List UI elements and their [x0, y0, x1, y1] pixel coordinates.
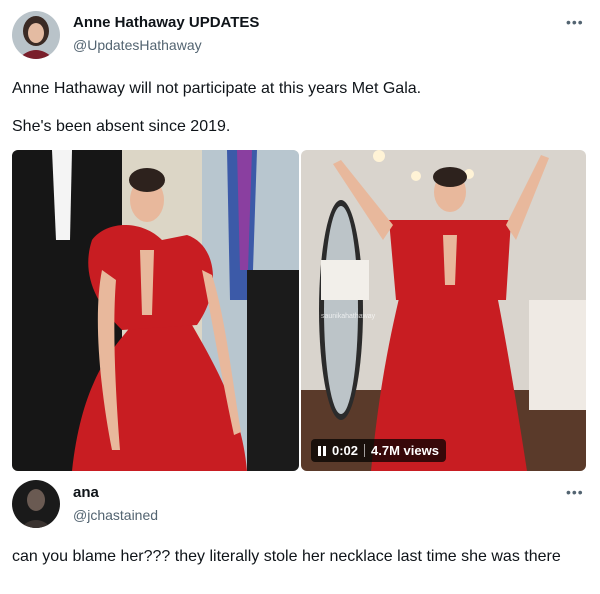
reply-avatar-image — [12, 480, 60, 528]
tweet-photo-1[interactable] — [12, 150, 299, 471]
author-name[interactable]: Anne Hathaway UPDATES — [73, 14, 259, 31]
video-time: 0:02 — [332, 443, 359, 458]
reply-author-name[interactable]: ana — [73, 484, 99, 501]
reply-more-icon[interactable]: ••• — [566, 484, 584, 500]
video-watermark: saunikahathaway — [321, 313, 376, 320]
video-status-badge: 0:02 4.7M views — [311, 439, 446, 462]
author-avatar-image — [12, 11, 60, 59]
badge-divider — [364, 444, 366, 457]
pause-icon[interactable] — [318, 445, 326, 456]
tweet-video[interactable]: saunikahathaway 0:02 4.7M views — [301, 150, 586, 471]
reply-author-handle[interactable]: @jchastained — [73, 507, 158, 523]
reply-avatar[interactable] — [12, 480, 60, 528]
red-dress-photo — [12, 150, 299, 471]
author-avatar[interactable] — [12, 11, 60, 59]
tweet-more-icon[interactable]: ••• — [566, 14, 584, 30]
video-views: 4.7M views — [371, 443, 439, 458]
tweet-text-line1: Anne Hathaway will not participate at th… — [12, 80, 422, 97]
video-frame — [301, 150, 586, 471]
tweet-text-line2: She's been absent since 2019. — [12, 118, 231, 135]
author-handle[interactable]: @UpdatesHathaway — [73, 37, 202, 53]
reply-text: can you blame her??? they literally stol… — [12, 548, 561, 565]
